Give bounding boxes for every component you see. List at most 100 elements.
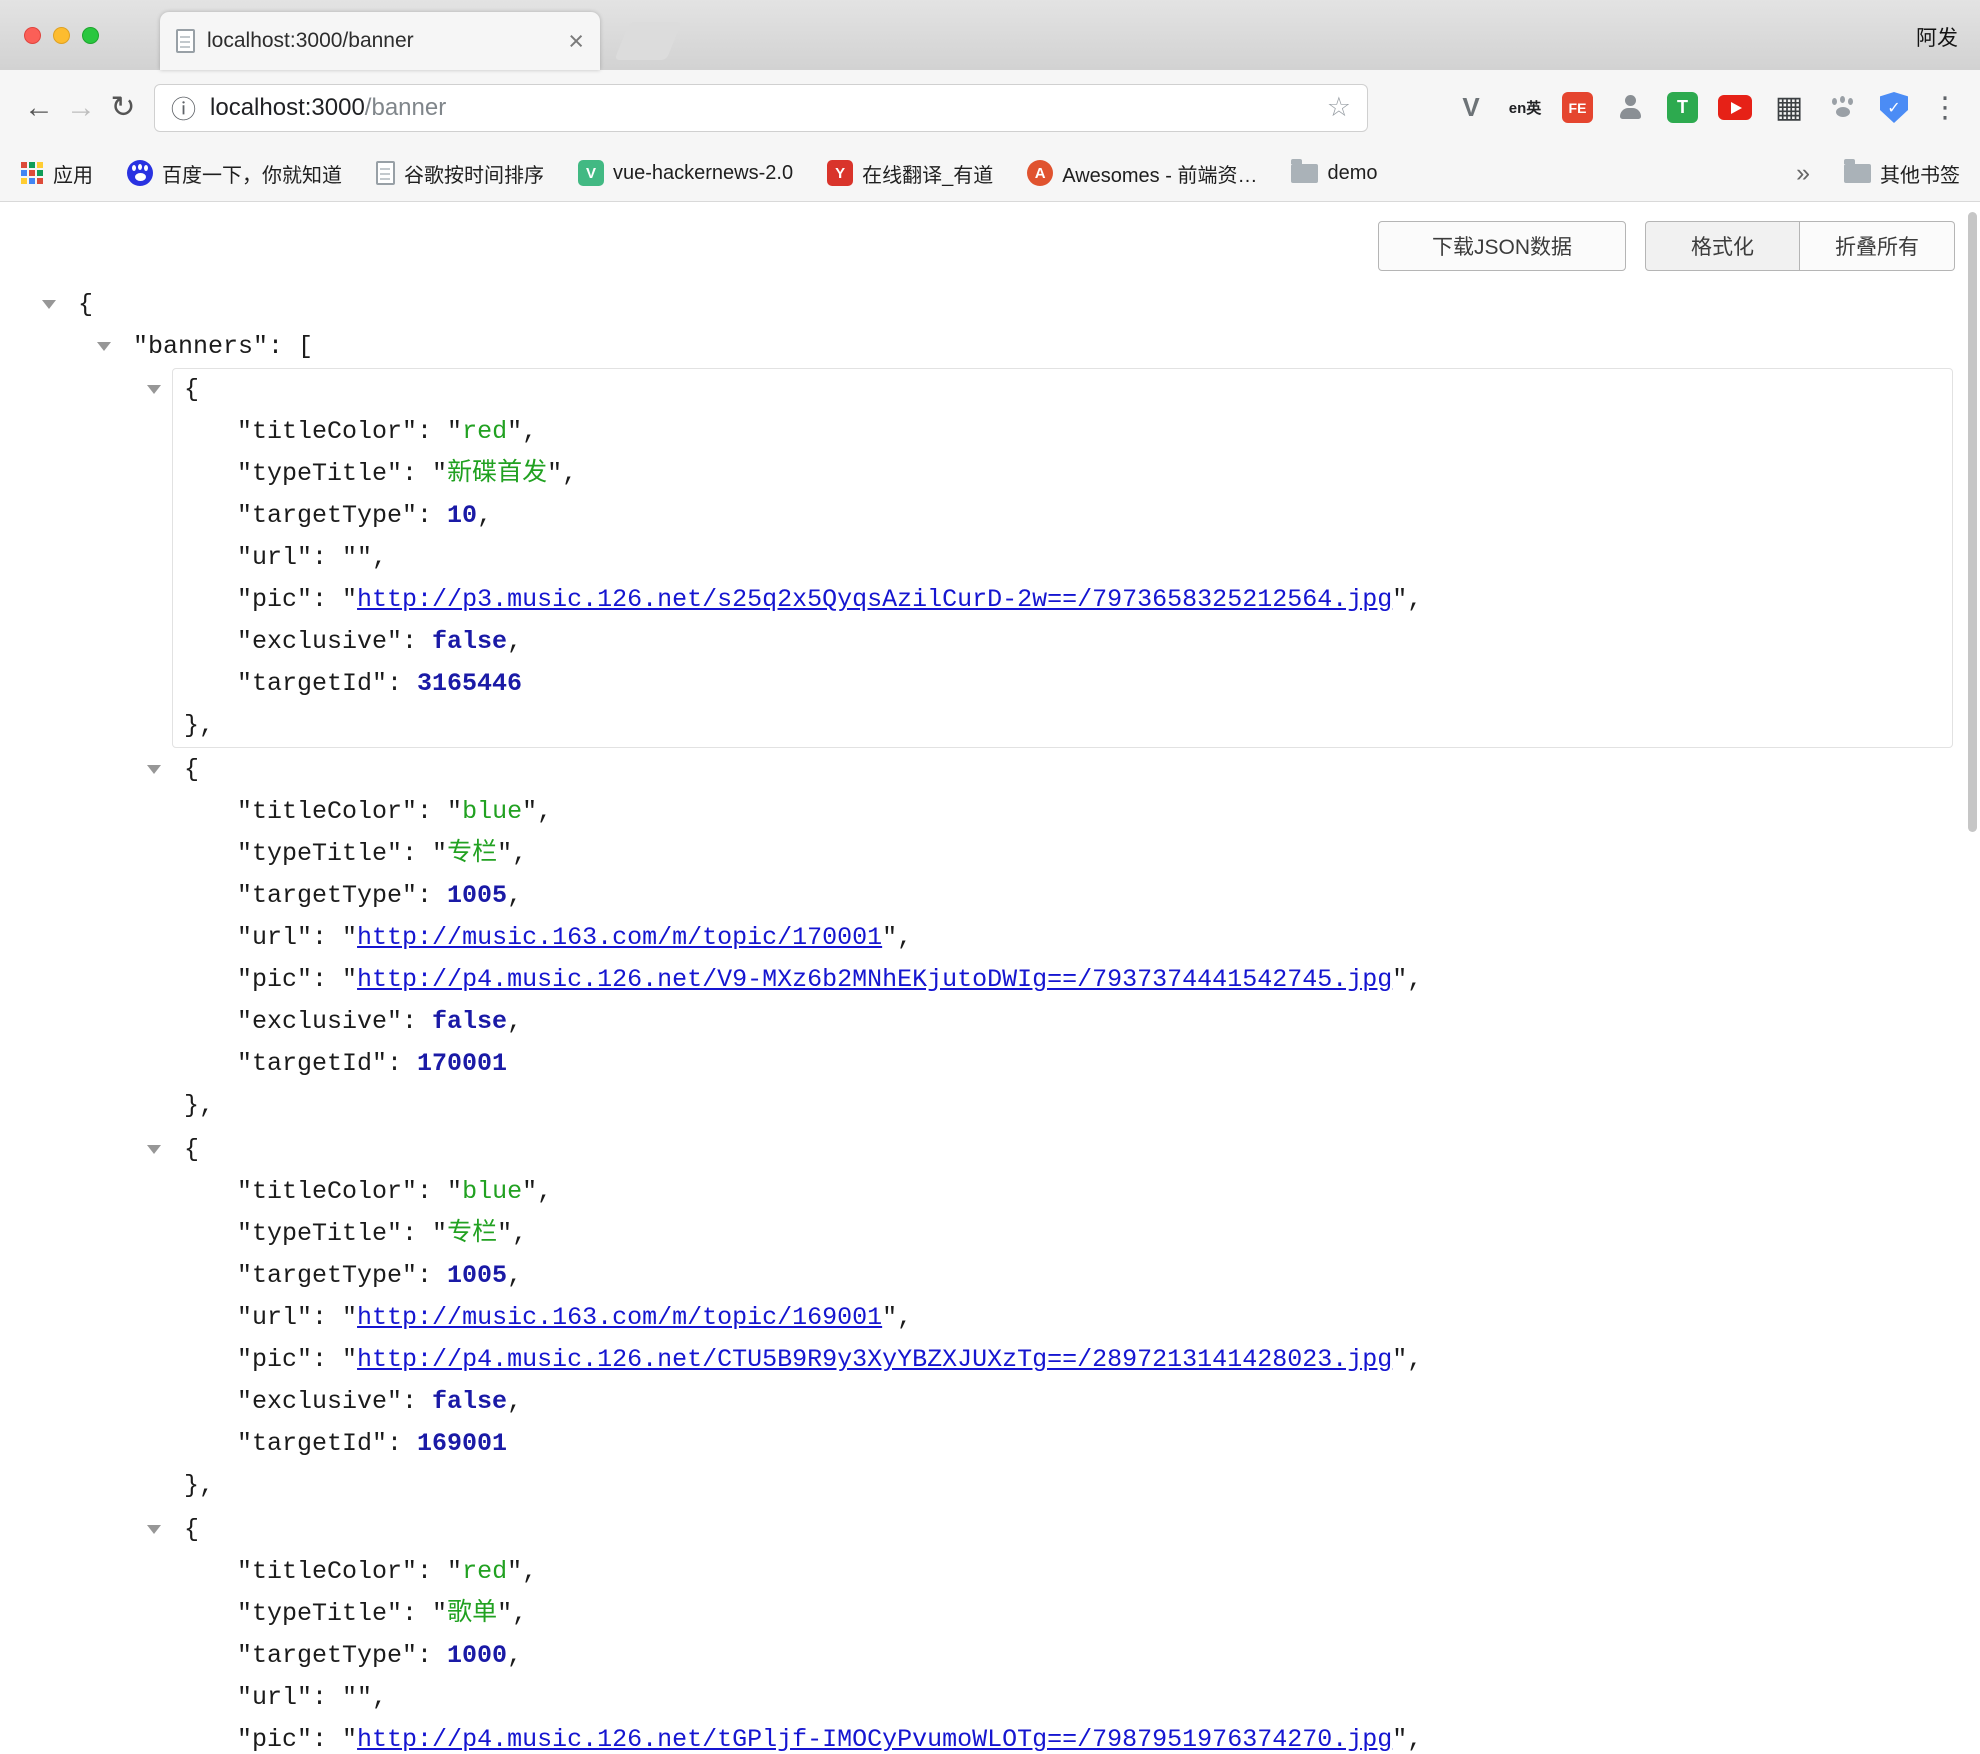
url-text: localhost:3000/banner: [210, 94, 446, 122]
collapse-toggle-icon[interactable]: [147, 1525, 161, 1534]
json-line: "url": "http://music.163.com/m/topic/170…: [173, 917, 1952, 959]
json-line: "banners": [: [0, 326, 1980, 368]
bookmark-item-4[interactable]: Vvue-hackernews-2.0: [578, 160, 793, 186]
contacts-extension-icon[interactable]: [1613, 91, 1647, 125]
paw-extension-icon[interactable]: [1826, 91, 1860, 125]
json-line: "url": "",: [173, 1677, 1952, 1719]
json-line: "titleColor": "red",: [173, 1551, 1952, 1593]
collapse-toggle-icon[interactable]: [147, 385, 161, 394]
json-line: "titleColor": "blue",: [173, 1171, 1952, 1213]
json-line: "titleColor": "blue",: [173, 791, 1952, 833]
json-line: "typeTitle": "歌单",: [173, 1593, 1952, 1635]
bookmark-label: demo: [1327, 162, 1377, 185]
bookmarks-bar: 应用 百度一下，你就知道 谷歌按时间排序 Vvue-hackernews-2.0 Y在线…: [0, 145, 1980, 202]
json-tree: {"banners": [{"titleColor": "red","typeT…: [0, 284, 1980, 1753]
browser-tab[interactable]: localhost:3000/banner ×: [160, 12, 600, 70]
translate-extension-icon[interactable]: en英: [1508, 91, 1542, 125]
json-line: "exclusive": false,: [173, 1001, 1952, 1043]
back-button[interactable]: ←: [18, 87, 60, 129]
zoom-window-button[interactable]: [82, 27, 99, 44]
json-line: "typeTitle": "专栏",: [173, 1213, 1952, 1255]
json-link[interactable]: http://p4.music.126.net/CTU5B9R9y3XyYBZX…: [357, 1345, 1392, 1374]
json-line: "url": "",: [173, 537, 1952, 579]
tab-bar: localhost:3000/banner × 阿发: [0, 0, 1980, 70]
json-line: "pic": "http://p4.music.126.net/V9-MXz6b…: [173, 959, 1952, 1001]
browser-menu-icon[interactable]: ⋮: [1928, 91, 1962, 125]
json-line: "exclusive": false,: [173, 1381, 1952, 1423]
security-shield-extension-icon[interactable]: ✓: [1880, 92, 1908, 123]
t-shield-extension-icon[interactable]: T: [1667, 92, 1698, 123]
awesomes-icon: A: [1027, 160, 1053, 186]
bookmarks-overflow-chevron[interactable]: »: [1796, 159, 1810, 188]
other-bookmarks-label: 其他书签: [1880, 159, 1960, 188]
bookmark-item-5[interactable]: Y在线翻译_有道: [827, 159, 993, 188]
bookmark-item-7[interactable]: demo: [1291, 162, 1377, 185]
json-line: {: [173, 369, 1952, 411]
forward-button[interactable]: →: [60, 87, 102, 129]
json-line: {: [173, 749, 1952, 791]
json-object-block: {"titleColor": "blue","typeTitle": "专栏",…: [172, 1128, 1953, 1508]
download-json-button[interactable]: 下载JSON数据: [1378, 221, 1626, 271]
scrollbar-thumb[interactable]: [1968, 212, 1977, 832]
json-link[interactable]: http://music.163.com/m/topic/170001: [357, 923, 882, 952]
collapse-toggle-icon[interactable]: [97, 342, 111, 351]
json-line: "pic": "http://p3.music.126.net/s25q2x5Q…: [173, 579, 1952, 621]
json-line: "targetType": 1000,: [173, 1635, 1952, 1677]
json-line: "targetId": 170001: [173, 1043, 1952, 1085]
extensions-area: Ven英 FE T ▦ ✓ ⋮: [1454, 91, 1962, 125]
json-line: {: [173, 1509, 1952, 1551]
collapse-toggle-icon[interactable]: [147, 765, 161, 774]
bookmark-label: Awesomes - 前端资…: [1062, 159, 1257, 188]
url-host: localhost:3000: [210, 94, 365, 121]
qr-code-extension-icon[interactable]: ▦: [1772, 91, 1806, 125]
bookmark-label: 谷歌按时间排序: [404, 159, 544, 188]
bookmark-label: vue-hackernews-2.0: [613, 162, 793, 185]
json-line: "typeTitle": "新碟首发",: [173, 453, 1952, 495]
bookmark-star-icon[interactable]: ☆: [1327, 92, 1351, 123]
page-info-icon[interactable]: ⓘ: [171, 90, 196, 126]
youdao-icon: Y: [827, 160, 853, 186]
collapse-toggle-icon[interactable]: [147, 1145, 161, 1154]
json-link[interactable]: http://p4.music.126.net/V9-MXz6b2MNhEKju…: [357, 965, 1392, 994]
json-link[interactable]: http://p4.music.126.net/tGPljf-IMOCyPvum…: [357, 1725, 1392, 1753]
new-tab-button[interactable]: [614, 22, 681, 60]
fe-extension-icon[interactable]: FE: [1562, 92, 1593, 123]
json-object-block: {"titleColor": "blue","typeTitle": "专栏",…: [172, 748, 1953, 1128]
close-tab-icon[interactable]: ×: [568, 28, 584, 55]
collapse-all-button[interactable]: 折叠所有: [1800, 221, 1955, 271]
bookmark-item-6[interactable]: A Awesomes - 前端资…: [1027, 159, 1257, 188]
page-icon: [176, 29, 195, 53]
page-icon: [376, 161, 395, 185]
tab-title: localhost:3000/banner: [207, 29, 560, 53]
baidu-icon: [127, 160, 153, 186]
json-link[interactable]: http://p3.music.126.net/s25q2x5QyqsAzilC…: [357, 585, 1392, 614]
toolbar: ← → ↻ ⓘ localhost:3000/banner ☆ Ven英 FE T ▦…: [0, 70, 1980, 145]
bookmark-label: 百度一下，你就知道: [162, 159, 342, 188]
json-line: "typeTitle": "专栏",: [173, 833, 1952, 875]
json-line: },: [173, 1465, 1952, 1507]
json-line: {: [0, 284, 1980, 326]
url-path: /banner: [365, 94, 446, 121]
folder-icon: [1844, 164, 1871, 183]
json-line: },: [173, 705, 1952, 747]
json-line: "exclusive": false,: [173, 621, 1952, 663]
bookmark-item-3[interactable]: 谷歌按时间排序: [376, 159, 544, 188]
address-bar[interactable]: ⓘ localhost:3000/banner ☆: [154, 84, 1368, 132]
json-line: "targetType": 1005,: [173, 1255, 1952, 1297]
json-line: {: [173, 1129, 1952, 1171]
reload-button[interactable]: ↻: [102, 87, 144, 129]
vue-icon: V: [578, 160, 604, 186]
bookmark-item-1[interactable]: 应用: [20, 159, 93, 188]
bookmark-item-2[interactable]: 百度一下，你就知道: [127, 159, 342, 188]
json-line: "targetId": 169001: [173, 1423, 1952, 1465]
v-extension-icon[interactable]: V: [1454, 91, 1488, 125]
youtube-extension-icon[interactable]: [1718, 95, 1752, 120]
collapse-toggle-icon[interactable]: [42, 300, 56, 309]
json-line: "url": "http://music.163.com/m/topic/169…: [173, 1297, 1952, 1339]
close-window-button[interactable]: [24, 27, 41, 44]
other-bookmarks[interactable]: 其他书签: [1844, 159, 1960, 188]
json-line: "pic": "http://p4.music.126.net/tGPljf-I…: [173, 1719, 1952, 1753]
json-link[interactable]: http://music.163.com/m/topic/169001: [357, 1303, 882, 1332]
format-button[interactable]: 格式化: [1645, 221, 1800, 271]
minimize-window-button[interactable]: [53, 27, 70, 44]
